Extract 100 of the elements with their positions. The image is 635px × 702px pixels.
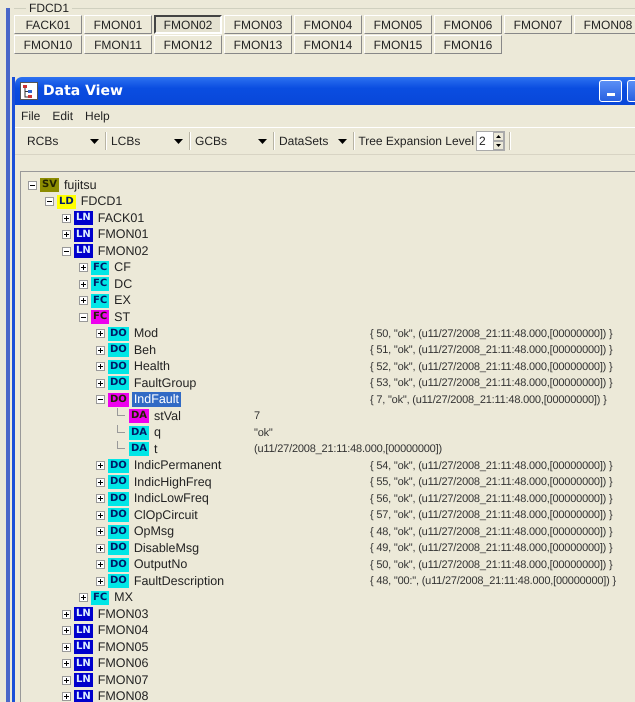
value-text: { 54, "ok", (u11/27/2008_21:11:48.000,[00000000]) } <box>370 460 612 472</box>
value-text: { 49, "ok", (u11/27/2008_21:11:48.000,[00000000]) } <box>370 542 612 554</box>
node-type-badge: DO <box>108 541 129 556</box>
tree-item[interactable]: FMON06 <box>96 656 150 672</box>
collapse-icon[interactable] <box>45 197 54 206</box>
tree-item[interactable]: FMON01 <box>96 227 150 242</box>
tree-item[interactable]: stVal <box>152 408 183 424</box>
expand-icon[interactable] <box>96 362 105 372</box>
menu-item[interactable]: Edit <box>52 108 74 124</box>
tree-item[interactable]: FaultDescription <box>132 574 226 589</box>
tree-item[interactable]: FMON08 <box>96 689 150 702</box>
tree-item[interactable]: DC <box>112 276 134 292</box>
tree-item[interactable]: t <box>152 442 160 457</box>
app-icon <box>20 82 38 100</box>
tree-item[interactable]: OpMsg <box>132 524 176 540</box>
tree-item[interactable]: fujitsu <box>62 178 99 193</box>
node-button[interactable]: FMON04 <box>294 15 362 34</box>
tree-item[interactable]: IndFault <box>132 392 181 408</box>
tree-item[interactable]: Beh <box>132 342 158 358</box>
node-button[interactable]: FMON01 <box>84 15 152 34</box>
expand-icon[interactable] <box>96 494 105 504</box>
value-text: { 48, "00:", (u11/27/2008_21:11:48.000,[00000000]) } <box>370 575 616 588</box>
expand-icon[interactable] <box>96 544 105 553</box>
node-button[interactable]: FMON13 <box>224 35 292 54</box>
menu-item[interactable]: Help <box>85 108 110 124</box>
expand-icon[interactable] <box>62 642 71 652</box>
node-button[interactable]: FMON11 <box>84 35 152 54</box>
expand-icon[interactable] <box>79 263 88 272</box>
tree-item[interactable]: IndicLowFreq <box>132 491 211 506</box>
tree-item[interactable]: FDCD1 <box>78 194 124 210</box>
tree-item[interactable]: Health <box>132 359 172 374</box>
expand-icon[interactable] <box>62 626 71 636</box>
node-button[interactable]: FMON10 <box>14 35 82 54</box>
tree-item[interactable]: FMON04 <box>96 623 150 638</box>
expand-icon[interactable] <box>62 214 71 223</box>
tree-item[interactable]: CF <box>112 260 133 276</box>
node-button[interactable]: FMON07 <box>504 15 572 34</box>
expand-icon[interactable] <box>79 280 88 289</box>
expand-icon[interactable] <box>96 346 105 355</box>
tree-item[interactable]: IndicPermanent <box>132 458 224 474</box>
node-button[interactable]: FMON14 <box>294 35 362 54</box>
maximize-button[interactable] <box>627 80 635 102</box>
expand-icon[interactable] <box>96 527 105 536</box>
expand-icon[interactable] <box>62 692 71 702</box>
node-button[interactable]: FMON12 <box>154 35 222 54</box>
caret-icon <box>338 138 348 144</box>
collapse-icon[interactable] <box>28 180 37 190</box>
menu-item[interactable]: File <box>21 108 40 124</box>
tree-item[interactable]: FaultGroup <box>132 376 198 391</box>
expand-icon[interactable] <box>62 230 71 240</box>
expand-icon[interactable] <box>96 510 105 520</box>
tree-item[interactable]: OutputNo <box>132 557 190 572</box>
collapse-icon[interactable] <box>96 395 105 404</box>
tree-item[interactable]: FMON03 <box>96 606 150 622</box>
node-button[interactable]: FMON08 <box>574 15 635 34</box>
collapse-icon[interactable] <box>62 246 71 256</box>
tree-item[interactable]: FMON05 <box>96 640 150 655</box>
tree-item[interactable]: FMON07 <box>96 672 150 688</box>
expand-icon[interactable] <box>79 296 88 306</box>
node-button[interactable]: FMON06 <box>434 15 502 34</box>
value-text: 7 <box>254 410 260 422</box>
expand-icon[interactable] <box>96 461 105 470</box>
dropdown-button[interactable]: GCBs <box>191 130 273 152</box>
value-text: { 52, "ok", (u11/27/2008_21:11:48.000,[00000000]) } <box>370 360 612 373</box>
expand-icon[interactable] <box>62 610 71 619</box>
tree-item[interactable]: q <box>152 425 163 440</box>
tree-item[interactable]: DisableMsg <box>132 540 202 556</box>
dropdown-button[interactable]: LCBs <box>107 130 189 152</box>
expand-icon[interactable] <box>96 560 105 570</box>
value-text: { 55, "ok", (u11/27/2008_21:11:48.000,[00000000]) } <box>370 476 612 488</box>
expand-icon[interactable] <box>79 593 88 602</box>
node-type-badge: FC <box>91 277 110 292</box>
node-type-badge: FC <box>91 310 110 324</box>
tree-item[interactable]: EX <box>112 293 133 308</box>
tree-item[interactable]: MX <box>112 590 135 606</box>
dropdown-button[interactable]: DataSets <box>275 130 354 152</box>
tree-item[interactable]: ClOpCircuit <box>132 508 200 523</box>
level-spinner[interactable]: 2 <box>476 131 505 151</box>
tree-item[interactable]: FACK01 <box>96 210 146 226</box>
node-button[interactable]: FMON03 <box>224 15 292 34</box>
collapse-icon[interactable] <box>79 312 88 322</box>
node-button[interactable]: FMON16 <box>434 35 502 54</box>
expand-icon[interactable] <box>96 329 105 338</box>
node-button[interactable]: FACK01 <box>14 15 82 34</box>
expand-icon[interactable] <box>96 478 105 487</box>
expand-icon[interactable] <box>62 659 71 668</box>
expand-icon[interactable] <box>62 676 71 685</box>
minimize-button[interactable] <box>599 80 622 102</box>
dropdown-button[interactable]: RCBs <box>23 130 105 152</box>
expand-icon[interactable] <box>96 378 105 388</box>
tree-item[interactable]: ST <box>112 310 132 325</box>
node-button[interactable]: FMON05 <box>364 15 432 34</box>
spin-arrows-icon <box>492 132 504 150</box>
expand-icon[interactable] <box>96 576 105 586</box>
node-button[interactable]: FMON02 <box>154 15 222 34</box>
node-type-badge: LN <box>74 228 93 242</box>
tree-item[interactable]: IndicHighFreq <box>132 474 214 490</box>
node-button[interactable]: FMON15 <box>364 35 432 54</box>
tree-item[interactable]: FMON02 <box>96 244 150 259</box>
tree-item[interactable]: Mod <box>132 326 160 342</box>
